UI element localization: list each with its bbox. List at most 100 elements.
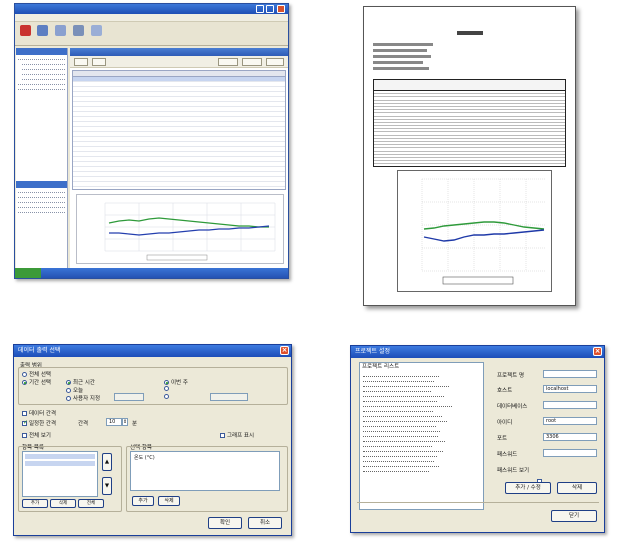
dialog-title-bar: 프로젝트 설정 × xyxy=(351,346,604,358)
close-button[interactable]: 닫기 xyxy=(551,510,597,522)
project-list-item[interactable] xyxy=(363,393,445,397)
close-button[interactable] xyxy=(277,5,285,13)
project-list-item[interactable] xyxy=(363,433,439,437)
report-title xyxy=(364,29,575,36)
checkbox-icon[interactable] xyxy=(22,411,27,416)
report-chart-svg xyxy=(421,178,546,285)
list-item[interactable] xyxy=(25,454,95,459)
list-item[interactable] xyxy=(25,461,95,466)
data-view-header xyxy=(70,48,288,56)
app-toolbar xyxy=(15,22,288,46)
report-chart xyxy=(397,170,552,292)
project-list-item[interactable] xyxy=(363,428,441,432)
table-row[interactable] xyxy=(73,182,285,187)
id-input[interactable]: root xyxy=(543,417,597,425)
chk-interval[interactable]: 일정한 간격 xyxy=(22,419,56,427)
report-meta-line xyxy=(373,61,423,64)
project-name-input[interactable] xyxy=(543,370,597,378)
chk-show-all[interactable]: 전체 보기 xyxy=(22,431,51,439)
radio-icon xyxy=(22,372,27,377)
report-table xyxy=(373,79,566,167)
list-all-button[interactable]: 전체 xyxy=(78,499,104,508)
toolbar-btn-1[interactable] xyxy=(18,25,32,37)
project-list-item[interactable] xyxy=(363,408,434,412)
tree-item[interactable] xyxy=(18,86,65,90)
close-icon[interactable]: × xyxy=(280,346,289,355)
tree-item[interactable] xyxy=(22,61,65,65)
radio-option-extra-2[interactable] xyxy=(164,394,171,400)
project-list-item[interactable] xyxy=(363,418,447,422)
maximize-button[interactable] xyxy=(266,5,274,13)
chk-graph[interactable]: 그래프 표시 xyxy=(220,431,254,439)
move-up-button[interactable]: ▲ xyxy=(102,453,112,471)
close-icon[interactable]: × xyxy=(593,347,602,356)
report-chart-grid xyxy=(421,178,546,272)
delete-button[interactable]: 삭제 xyxy=(557,482,597,494)
toolbar-btn-4[interactable] xyxy=(71,25,85,37)
remove-item-button[interactable]: 삭제 xyxy=(158,496,180,506)
tree-item[interactable] xyxy=(22,71,65,75)
data-table[interactable] xyxy=(72,70,286,190)
print-button[interactable] xyxy=(242,58,262,66)
radio-custom[interactable]: 사용자 지정 xyxy=(66,394,100,402)
project-list-item[interactable] xyxy=(363,438,446,442)
toolbar-btn-3[interactable] xyxy=(53,25,67,37)
ok-button[interactable]: 확인 xyxy=(208,517,242,529)
export-button[interactable] xyxy=(218,58,238,66)
interval-input[interactable]: 10 xyxy=(106,418,122,426)
move-down-button[interactable]: ▼ xyxy=(102,477,112,495)
add-item-button[interactable]: 추가 xyxy=(132,496,154,506)
selected-item-list[interactable]: 온도 (°C) xyxy=(130,451,280,491)
toolbar-btn-5[interactable] xyxy=(89,25,103,37)
project-list-item[interactable] xyxy=(363,463,440,467)
host-label: 호스트 xyxy=(497,388,513,394)
radio-option-extra[interactable] xyxy=(164,386,171,392)
project-list-item[interactable] xyxy=(363,443,432,447)
tree-item[interactable] xyxy=(18,56,65,60)
password-input[interactable] xyxy=(543,449,597,457)
port-input[interactable]: 3306 xyxy=(543,433,597,441)
project-list-item[interactable] xyxy=(363,373,440,377)
custom-end-field[interactable] xyxy=(210,393,248,401)
item-list[interactable] xyxy=(22,451,98,497)
project-list-item[interactable] xyxy=(363,448,443,452)
custom-date-field[interactable] xyxy=(114,393,144,401)
project-list-item[interactable] xyxy=(363,388,431,392)
project-list-item[interactable] xyxy=(363,458,435,462)
tree-item[interactable] xyxy=(22,76,65,80)
cancel-button[interactable]: 취소 xyxy=(248,517,282,529)
radio-latest-hour[interactable]: 최근 시간 xyxy=(66,378,95,386)
list-add-button[interactable]: 추가 xyxy=(22,499,48,508)
host-input[interactable]: localhost xyxy=(543,385,597,393)
add-edit-button[interactable]: 추가 / 수정 xyxy=(505,482,551,494)
project-list-item[interactable] xyxy=(363,398,437,402)
graph-button[interactable] xyxy=(266,58,284,66)
project-list-item[interactable] xyxy=(363,423,436,427)
project-list-item[interactable] xyxy=(363,413,442,417)
tree-item[interactable] xyxy=(22,66,65,70)
radio-this-week[interactable]: 이번 주 xyxy=(164,378,188,386)
nav-next-button[interactable] xyxy=(92,58,106,66)
tree-item[interactable] xyxy=(18,81,65,85)
settings-icon xyxy=(90,25,102,36)
start-button[interactable] xyxy=(15,268,41,278)
nav-prev-button[interactable] xyxy=(74,58,88,66)
project-list[interactable]: 프로젝트 리스트 xyxy=(359,362,484,510)
database-input[interactable] xyxy=(543,401,597,409)
project-list-item[interactable] xyxy=(363,453,437,457)
project-list-item[interactable] xyxy=(363,378,435,382)
radio-range[interactable]: 기간 선택 xyxy=(22,378,51,386)
project-list-item[interactable] xyxy=(363,468,430,472)
dialog-separator xyxy=(357,502,599,503)
list-delete-button[interactable]: 삭제 xyxy=(50,499,76,508)
radio-all[interactable]: 전체 선택 xyxy=(22,370,51,378)
project-list-item[interactable] xyxy=(363,383,450,387)
chart-legend xyxy=(146,254,208,261)
toolbar-btn-2[interactable] xyxy=(35,25,49,37)
radio-today[interactable]: 오늘 xyxy=(66,386,83,394)
selected-list-item[interactable]: 온도 (°C) xyxy=(131,452,279,463)
dialog-title: 프로젝트 설정 xyxy=(355,348,391,355)
minimize-button[interactable] xyxy=(256,5,264,13)
interval-spinner[interactable]: ⇕ xyxy=(122,418,128,426)
project-list-item[interactable] xyxy=(363,403,452,407)
